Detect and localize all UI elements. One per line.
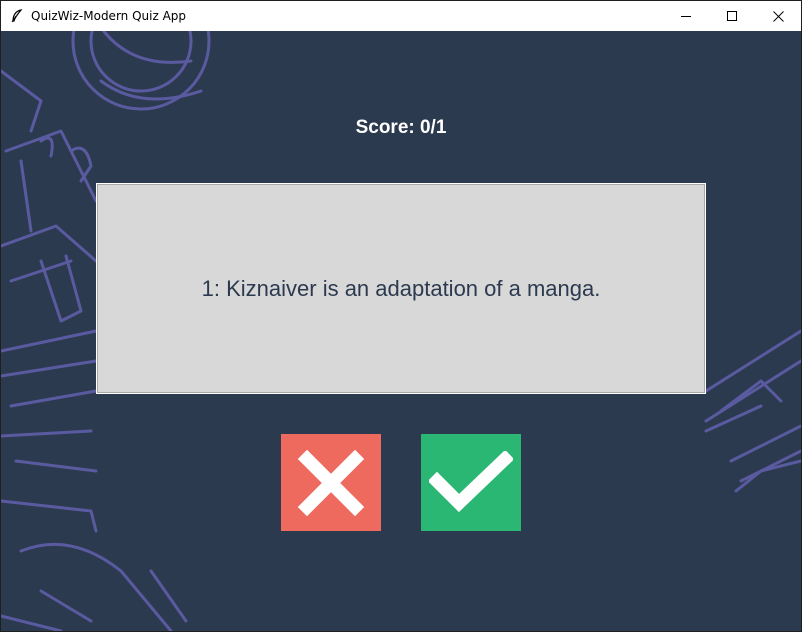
cross-icon xyxy=(297,449,365,516)
maximize-icon xyxy=(727,11,737,21)
quiz-canvas: Score: 0/1 1: Kiznaiver is an adaptation… xyxy=(1,31,801,631)
minimize-button[interactable] xyxy=(663,1,709,31)
score-label: Score: 0/1 xyxy=(355,117,447,138)
close-icon xyxy=(772,10,784,22)
app-window: QuizWiz-Modern Quiz App Score: 0/1 1: Ki… xyxy=(0,0,802,632)
title-bar[interactable]: QuizWiz-Modern Quiz App xyxy=(1,1,801,31)
checkmark-icon xyxy=(429,450,513,512)
question-text: 1: Kiznaiver is an adaptation of a manga… xyxy=(201,275,601,301)
false-button[interactable] xyxy=(281,434,381,531)
question-card: 1: Kiznaiver is an adaptation of a manga… xyxy=(96,183,706,394)
close-button[interactable] xyxy=(755,1,801,31)
window-title: QuizWiz-Modern Quiz App xyxy=(31,9,187,23)
window-controls xyxy=(663,1,801,31)
feather-icon xyxy=(9,8,25,24)
true-button[interactable] xyxy=(421,434,521,531)
maximize-button[interactable] xyxy=(709,1,755,31)
minimize-icon xyxy=(681,16,691,17)
